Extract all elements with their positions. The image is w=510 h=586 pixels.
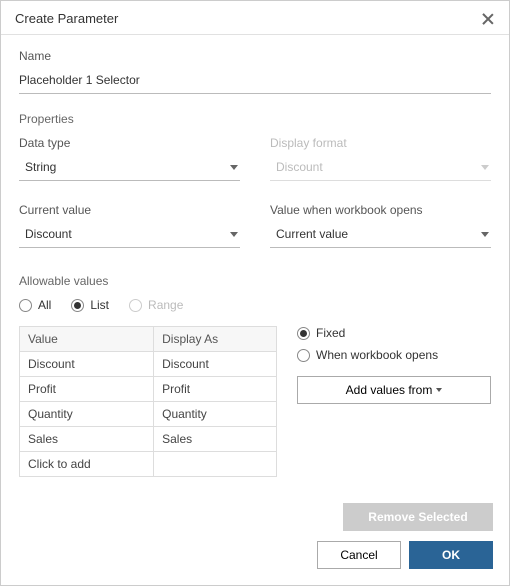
properties-label: Properties	[19, 112, 491, 126]
ok-button[interactable]: OK	[409, 541, 493, 569]
allowable-radio-group: All List Range	[19, 298, 491, 312]
chevron-down-icon	[230, 232, 238, 237]
values-table: Value Display As DiscountDiscount Profit…	[19, 326, 277, 477]
display-format-select: Discount	[270, 156, 491, 181]
current-value-label: Current value	[19, 203, 240, 217]
chevron-down-icon	[481, 232, 489, 237]
fixed-radio-group: Fixed When workbook opens	[297, 326, 491, 362]
allowable-label: Allowable values	[19, 274, 491, 288]
dialog-title: Create Parameter	[15, 11, 118, 26]
remove-selected-button[interactable]: Remove Selected	[343, 503, 493, 531]
table-row[interactable]: ProfitProfit	[20, 377, 277, 402]
data-type-select[interactable]: String	[19, 156, 240, 181]
chevron-down-icon	[436, 388, 442, 392]
name-label: Name	[19, 49, 491, 63]
cancel-button[interactable]: Cancel	[317, 541, 401, 569]
when-open-radio[interactable]: When workbook opens	[297, 348, 491, 362]
dialog-content: Name Properties Data type String Display…	[1, 35, 509, 493]
radio-icon	[71, 299, 84, 312]
table-row[interactable]: DiscountDiscount	[20, 352, 277, 377]
allowable-list-radio[interactable]: List	[71, 298, 109, 312]
table-row[interactable]: SalesSales	[20, 427, 277, 452]
chevron-down-icon	[481, 165, 489, 170]
display-format-label: Display format	[270, 136, 491, 150]
name-input[interactable]	[19, 69, 491, 94]
data-type-value: String	[25, 160, 56, 174]
value-open-select[interactable]: Current value	[270, 223, 491, 248]
allowable-all-radio[interactable]: All	[19, 298, 51, 312]
radio-icon	[297, 327, 310, 340]
data-type-label: Data type	[19, 136, 240, 150]
display-format-value: Discount	[276, 160, 323, 174]
allowable-range-radio: Range	[129, 298, 183, 312]
radio-icon	[297, 349, 310, 362]
fixed-radio[interactable]: Fixed	[297, 326, 491, 340]
col-display-as: Display As	[154, 327, 277, 352]
dialog-header: Create Parameter	[1, 1, 509, 34]
table-add-row[interactable]: Click to add	[20, 452, 277, 477]
radio-icon	[129, 299, 142, 312]
create-parameter-dialog: Create Parameter Name Properties Data ty…	[0, 0, 510, 586]
value-open-value: Current value	[276, 227, 348, 241]
value-open-label: Value when workbook opens	[270, 203, 491, 217]
current-value-value: Discount	[25, 227, 72, 241]
radio-icon	[19, 299, 32, 312]
add-values-button[interactable]: Add values from	[297, 376, 491, 404]
dialog-footer: Remove Selected Cancel OK	[1, 493, 509, 585]
close-icon[interactable]	[481, 12, 495, 26]
col-value: Value	[20, 327, 154, 352]
chevron-down-icon	[230, 165, 238, 170]
current-value-select[interactable]: Discount	[19, 223, 240, 248]
table-row[interactable]: QuantityQuantity	[20, 402, 277, 427]
